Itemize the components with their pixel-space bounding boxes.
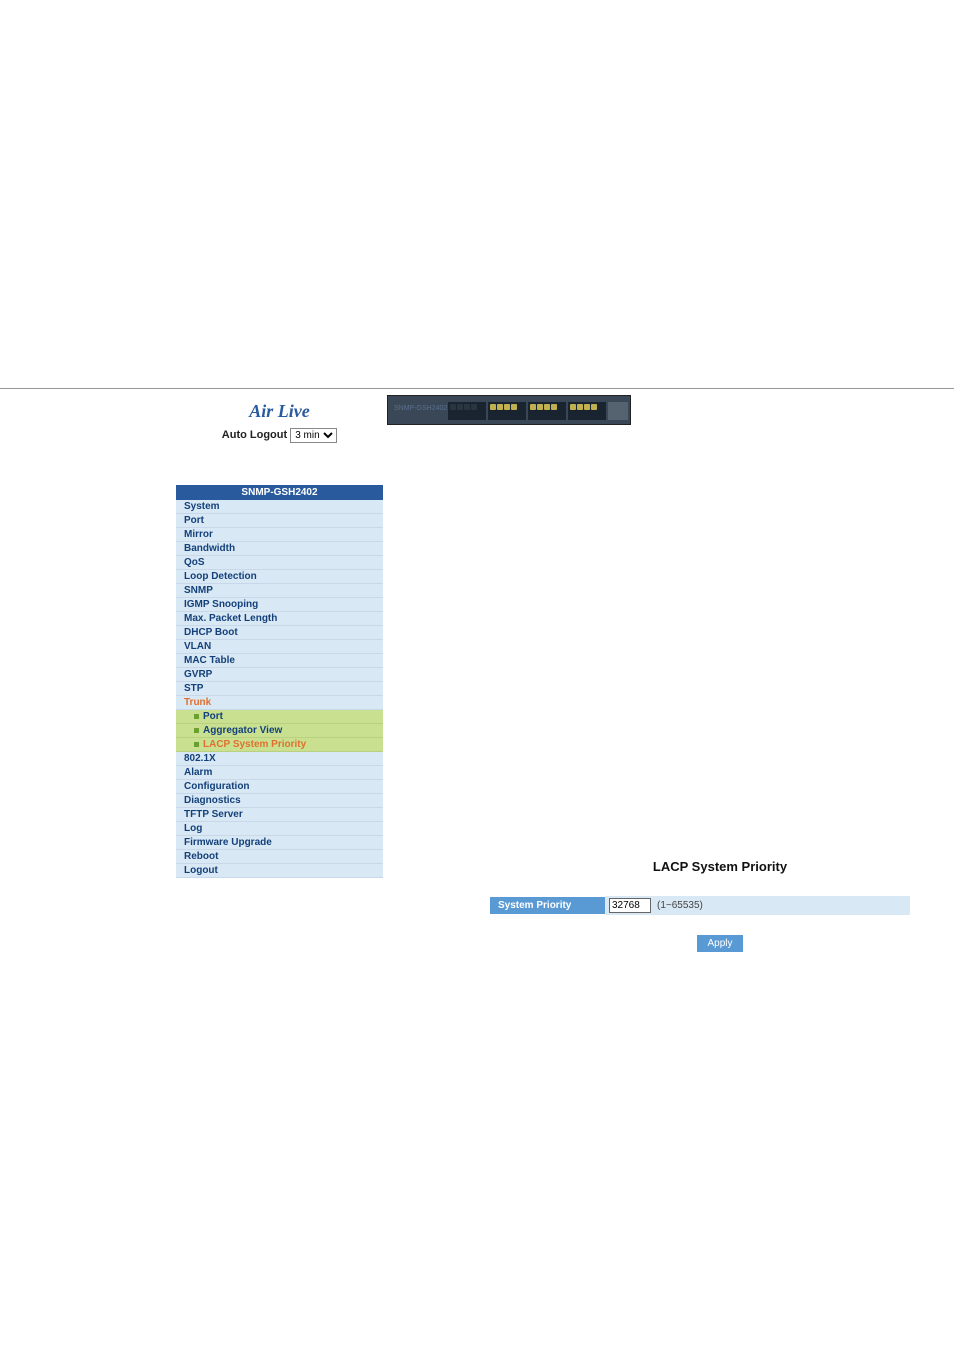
- bullet-icon: [194, 742, 199, 747]
- menu-logout[interactable]: Logout: [176, 864, 383, 878]
- menu-alarm[interactable]: Alarm: [176, 766, 383, 780]
- bullet-icon: [194, 714, 199, 719]
- menu-diagnostics[interactable]: Diagnostics: [176, 794, 383, 808]
- menu-configuration[interactable]: Configuration: [176, 780, 383, 794]
- menu-firmware[interactable]: Firmware Upgrade: [176, 836, 383, 850]
- menu-mac-table[interactable]: MAC Table: [176, 654, 383, 668]
- system-priority-input[interactable]: [609, 898, 651, 913]
- menu-vlan[interactable]: VLAN: [176, 640, 383, 654]
- sidebar-menu: SNMP-GSH2402 System Port Mirror Bandwidt…: [176, 485, 383, 878]
- menu-header: SNMP-GSH2402: [176, 485, 383, 500]
- menu-tftp[interactable]: TFTP Server: [176, 808, 383, 822]
- apply-button[interactable]: Apply: [697, 935, 742, 952]
- system-priority-label: System Priority: [490, 897, 605, 914]
- range-hint: (1~65535): [657, 900, 703, 911]
- menu-bandwidth[interactable]: Bandwidth: [176, 542, 383, 556]
- menu-log[interactable]: Log: [176, 822, 383, 836]
- menu-loop-detection[interactable]: Loop Detection: [176, 570, 383, 584]
- menu-trunk-aggregator[interactable]: Aggregator View: [176, 724, 383, 738]
- menu-system[interactable]: System: [176, 500, 383, 514]
- menu-gvrp[interactable]: GVRP: [176, 668, 383, 682]
- menu-qos[interactable]: QoS: [176, 556, 383, 570]
- auto-logout-select[interactable]: 3 min: [290, 428, 337, 443]
- menu-igmp-snooping[interactable]: IGMP Snooping: [176, 598, 383, 612]
- page-title: LACP System Priority: [490, 859, 910, 874]
- device-image: SNMP-GSH2402: [387, 395, 631, 425]
- menu-max-packet[interactable]: Max. Packet Length: [176, 612, 383, 626]
- menu-reboot[interactable]: Reboot: [176, 850, 383, 864]
- bullet-icon: [194, 728, 199, 733]
- auto-logout-label: Auto Logout: [222, 429, 287, 441]
- menu-dhcp-boot[interactable]: DHCP Boot: [176, 626, 383, 640]
- menu-snmp[interactable]: SNMP: [176, 584, 383, 598]
- menu-trunk-port[interactable]: Port: [176, 710, 383, 724]
- menu-trunk[interactable]: Trunk: [176, 696, 383, 710]
- menu-port[interactable]: Port: [176, 514, 383, 528]
- menu-stp[interactable]: STP: [176, 682, 383, 696]
- menu-mirror[interactable]: Mirror: [176, 528, 383, 542]
- menu-8021x[interactable]: 802.1X: [176, 752, 383, 766]
- brand-logo: Air Live: [249, 401, 310, 421]
- menu-trunk-lacp[interactable]: LACP System Priority: [176, 738, 383, 752]
